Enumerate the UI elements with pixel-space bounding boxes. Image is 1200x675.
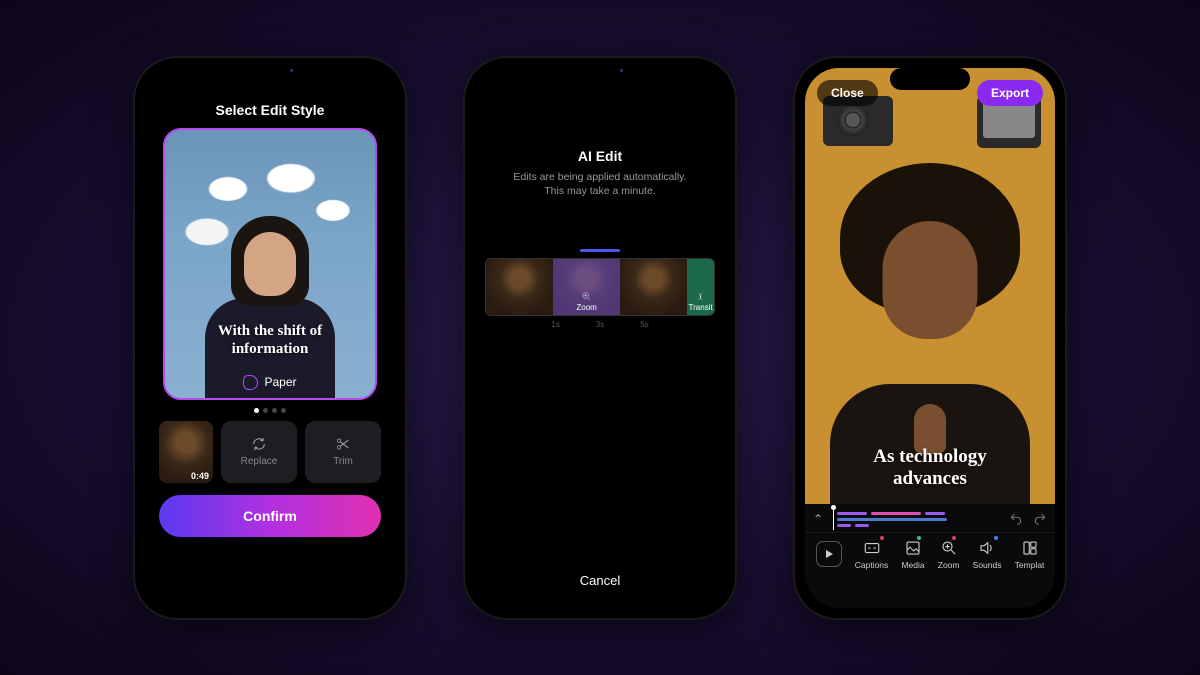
play-icon (824, 549, 834, 559)
redo-icon[interactable] (1033, 512, 1047, 526)
replace-button[interactable]: Replace (221, 421, 297, 483)
video-canvas[interactable]: Close Export As technology advances (805, 68, 1055, 504)
phone-select-style: Select Edit Style With the shift of info… (135, 58, 405, 618)
style-caption: With the shift of information (165, 322, 375, 358)
tool-templates[interactable]: Templat (1015, 539, 1045, 570)
templates-icon (1021, 539, 1039, 557)
style-card-paper[interactable]: With the shift of information Paper (163, 128, 377, 400)
undo-icon[interactable] (1009, 512, 1023, 526)
close-button[interactable]: Close (817, 80, 878, 106)
captions-icon (863, 539, 881, 557)
timeline-segment-transition: Transit (687, 259, 714, 315)
phone-editor: Close Export As technology advances ⌃ (795, 58, 1065, 618)
tool-zoom[interactable]: Zoom (938, 539, 960, 570)
tool-sounds[interactable]: Sounds (973, 539, 1002, 570)
ai-edit-subtitle: Edits are being applied automatically. T… (513, 170, 686, 199)
cancel-button[interactable]: Cancel (475, 553, 725, 608)
phone-notch (555, 58, 645, 82)
screen-2: AI Edit Edits are being applied automati… (475, 68, 725, 608)
progress-indicator (580, 249, 620, 252)
export-button[interactable]: Export (977, 80, 1043, 106)
tool-media[interactable]: Media (901, 539, 924, 570)
play-button[interactable] (816, 541, 842, 567)
ai-edit-title: AI Edit (578, 148, 622, 164)
trim-button[interactable]: Trim (305, 421, 381, 483)
style-subject (200, 208, 340, 398)
timeline-scrubber[interactable] (831, 508, 1001, 530)
phone-notch (225, 58, 315, 82)
video-caption: As technology advances (805, 446, 1055, 490)
timeline-ticks: 1s 3s 5s (485, 316, 715, 329)
sounds-icon (978, 539, 996, 557)
expand-toggle[interactable]: ⌃ (813, 512, 823, 526)
clip-duration: 0:49 (191, 471, 209, 481)
dynamic-island (890, 68, 970, 90)
replace-icon (251, 436, 267, 452)
zoom-icon (581, 291, 592, 302)
tool-captions[interactable]: Captions (855, 539, 889, 570)
screen-3: Close Export As technology advances ⌃ (805, 68, 1055, 608)
ai-timeline: Zoom Transit 1s 3s 5s (475, 249, 725, 329)
scissors-icon (335, 436, 351, 452)
confirm-button[interactable]: Confirm (159, 495, 381, 537)
timeline-segment-zoom: Zoom (553, 259, 620, 315)
zoom-tool-icon (940, 539, 958, 557)
carousel-dots[interactable] (145, 408, 395, 413)
timeline-segment (486, 259, 553, 315)
paper-icon (243, 375, 258, 390)
phone-ai-edit: AI Edit Edits are being applied automati… (465, 58, 735, 618)
style-name-label: Paper (165, 375, 375, 390)
clip-thumbnail[interactable]: 0:49 (159, 421, 213, 483)
screen-1: Select Edit Style With the shift of info… (145, 68, 395, 608)
editor-controls: ⌃ (805, 504, 1055, 608)
media-icon (904, 539, 922, 557)
timeline-segment (620, 259, 687, 315)
transition-icon (695, 291, 706, 302)
